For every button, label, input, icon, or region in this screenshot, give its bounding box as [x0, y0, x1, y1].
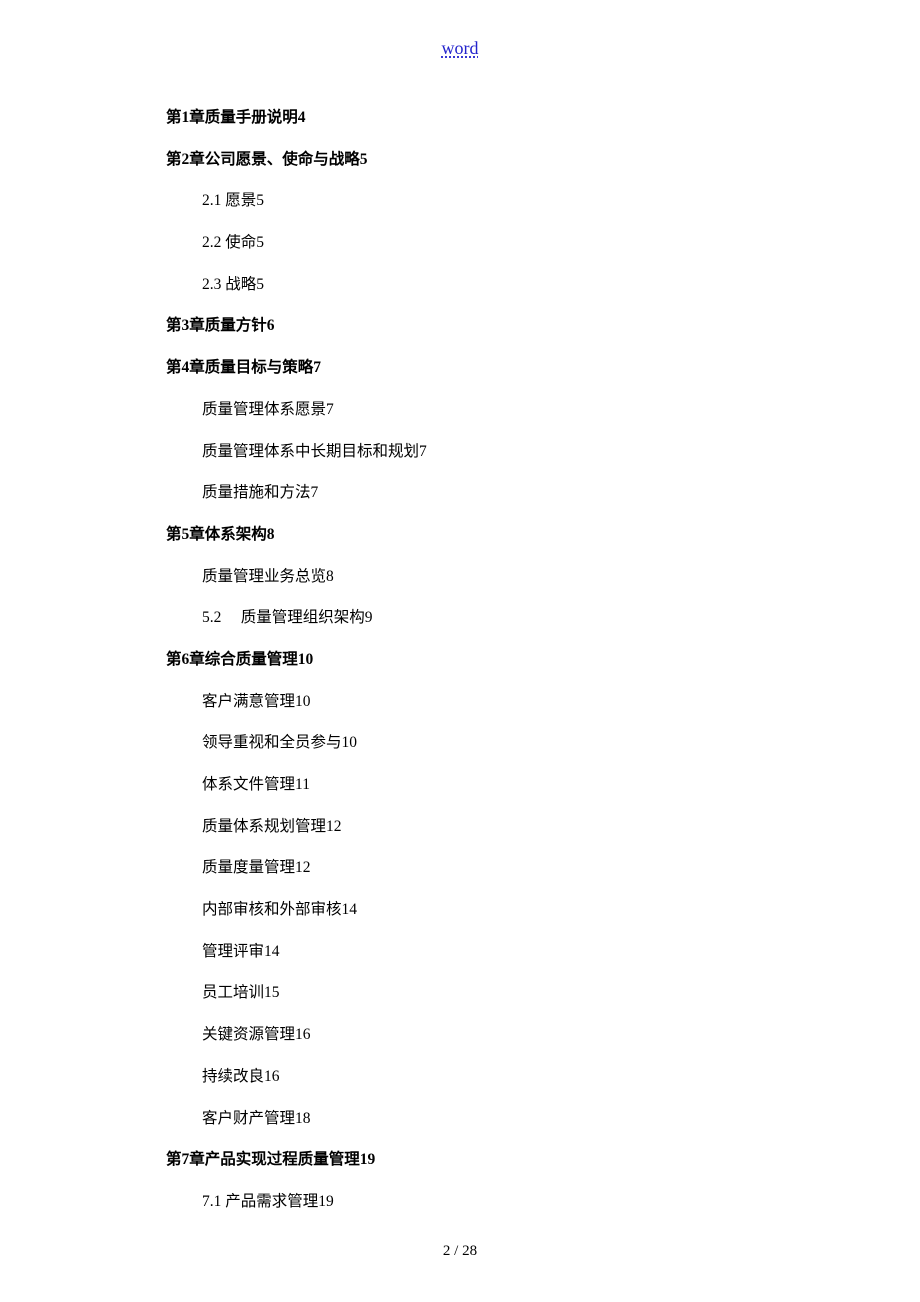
toc-page-number: 10 — [342, 734, 358, 751]
toc-sub-entry[interactable]: 管理评审14 — [202, 941, 786, 963]
toc-page-number: 8 — [267, 526, 275, 543]
toc-sub-title: 管理评审 — [202, 943, 264, 960]
toc-sub-title: 客户满意管理 — [202, 693, 295, 710]
toc-page-number: 10 — [298, 651, 314, 668]
toc-page-number: 15 — [264, 984, 280, 1001]
toc-sub-title: 7.1 产品需求管理 — [202, 1193, 318, 1210]
toc-page-number: 12 — [326, 818, 342, 835]
toc-sub-entry[interactable]: 质量管理体系中长期目标和规划7 — [202, 441, 786, 463]
toc-sub-entry[interactable]: 2.1 愿景5 — [202, 190, 786, 212]
toc-sub-entry[interactable]: 质量措施和方法7 — [202, 482, 786, 504]
toc-sub-entry[interactable]: 领导重视和全员参与10 — [202, 732, 786, 754]
toc-sub-entry[interactable]: 客户满意管理10 — [202, 691, 786, 713]
toc-content: 第1章质量手册说明4第2章公司愿景、使命与战略52.1 愿景52.2 使命52.… — [166, 107, 786, 1213]
toc-chapter-title: 第7章产品实现过程质量管理 — [166, 1151, 360, 1168]
header-word-link[interactable]: word — [0, 38, 920, 59]
toc-sub-entry[interactable]: 客户财产管理18 — [202, 1108, 786, 1130]
toc-page-number: 9 — [365, 609, 373, 626]
toc-page-number: 18 — [295, 1110, 311, 1127]
page-footer: 2 / 28 — [0, 1243, 920, 1260]
toc-chapter-entry[interactable]: 第6章综合质量管理10 — [166, 649, 786, 671]
toc-sub-entry[interactable]: 5.2 质量管理组织架构9 — [202, 607, 786, 629]
toc-chapter-entry[interactable]: 第1章质量手册说明4 — [166, 107, 786, 129]
toc-page-number: 5 — [256, 192, 264, 209]
toc-sub-title: 质量体系规划管理 — [202, 818, 326, 835]
toc-page-number: 16 — [264, 1068, 280, 1085]
toc-sub-title: 客户财产管理 — [202, 1110, 295, 1127]
toc-sub-title: 体系文件管理 — [202, 776, 295, 793]
toc-sub-title: 领导重视和全员参与 — [202, 734, 342, 751]
toc-sub-entry[interactable]: 体系文件管理11 — [202, 774, 786, 796]
toc-sub-title: 质量措施和方法 — [202, 484, 311, 501]
toc-page-number: 7 — [311, 484, 319, 501]
toc-sub-entry[interactable]: 质量管理业务总览8 — [202, 566, 786, 588]
toc-chapter-title: 第6章综合质量管理 — [166, 651, 298, 668]
toc-page-number: 7 — [419, 443, 427, 460]
toc-sub-title: 质量管理体系中长期目标和规划 — [202, 443, 419, 460]
toc-page-number: 6 — [267, 317, 275, 334]
toc-chapter-title: 第1章质量手册说明 — [166, 109, 298, 126]
toc-page-number: 5 — [360, 151, 368, 168]
toc-chapter-entry[interactable]: 第3章质量方针6 — [166, 315, 786, 337]
toc-sub-title: 质量管理业务总览 — [202, 568, 326, 585]
toc-page-number: 14 — [342, 901, 358, 918]
toc-sub-entry[interactable]: 质量体系规划管理12 — [202, 816, 786, 838]
toc-page-number: 7 — [326, 401, 334, 418]
toc-sub-entry[interactable]: 员工培训15 — [202, 982, 786, 1004]
toc-sub-title: 持续改良 — [202, 1068, 264, 1085]
toc-page-number: 4 — [298, 109, 306, 126]
toc-chapter-entry[interactable]: 第4章质量目标与策略7 — [166, 357, 786, 379]
toc-sub-title: 2.3 战略 — [202, 276, 256, 293]
toc-sub-title: 2.1 愿景 — [202, 192, 256, 209]
toc-sub-title: 2.2 使命 — [202, 234, 256, 251]
toc-page-number: 10 — [295, 693, 311, 710]
document-page: word 第1章质量手册说明4第2章公司愿景、使命与战略52.1 愿景52.2 … — [0, 0, 920, 1213]
toc-sub-entry[interactable]: 持续改良16 — [202, 1066, 786, 1088]
toc-chapter-entry[interactable]: 第5章体系架构8 — [166, 524, 786, 546]
toc-chapter-title: 第3章质量方针 — [166, 317, 267, 334]
toc-page-number: 19 — [318, 1193, 334, 1210]
toc-sub-entry[interactable]: 2.3 战略5 — [202, 274, 786, 296]
toc-sub-entry[interactable]: 质量度量管理12 — [202, 857, 786, 879]
toc-sub-title: 质量管理体系愿景 — [202, 401, 326, 418]
toc-sub-entry[interactable]: 关键资源管理16 — [202, 1024, 786, 1046]
toc-page-number: 5 — [256, 276, 264, 293]
toc-chapter-title: 第2章公司愿景、使命与战略 — [166, 151, 360, 168]
toc-chapter-entry[interactable]: 第2章公司愿景、使命与战略5 — [166, 149, 786, 171]
toc-page-number: 11 — [295, 776, 310, 793]
toc-sub-title: 关键资源管理 — [202, 1026, 295, 1043]
toc-page-number: 7 — [313, 359, 321, 376]
toc-sub-entry[interactable]: 内部审核和外部审核14 — [202, 899, 786, 921]
toc-sub-entry[interactable]: 2.2 使命5 — [202, 232, 786, 254]
toc-sub-entry[interactable]: 7.1 产品需求管理19 — [202, 1191, 786, 1213]
toc-sub-entry[interactable]: 质量管理体系愿景7 — [202, 399, 786, 421]
toc-sub-title: 员工培训 — [202, 984, 264, 1001]
toc-page-number: 14 — [264, 943, 280, 960]
toc-page-number: 8 — [326, 568, 334, 585]
toc-page-number: 19 — [360, 1151, 376, 1168]
toc-page-number: 12 — [295, 859, 311, 876]
toc-chapter-title: 第5章体系架构 — [166, 526, 267, 543]
toc-sub-title: 5.2 质量管理组织架构 — [202, 609, 365, 626]
toc-sub-title: 质量度量管理 — [202, 859, 295, 876]
toc-page-number: 16 — [295, 1026, 311, 1043]
toc-sub-title: 内部审核和外部审核 — [202, 901, 342, 918]
toc-chapter-entry[interactable]: 第7章产品实现过程质量管理19 — [166, 1149, 786, 1171]
toc-page-number: 5 — [256, 234, 264, 251]
toc-chapter-title: 第4章质量目标与策略 — [166, 359, 313, 376]
